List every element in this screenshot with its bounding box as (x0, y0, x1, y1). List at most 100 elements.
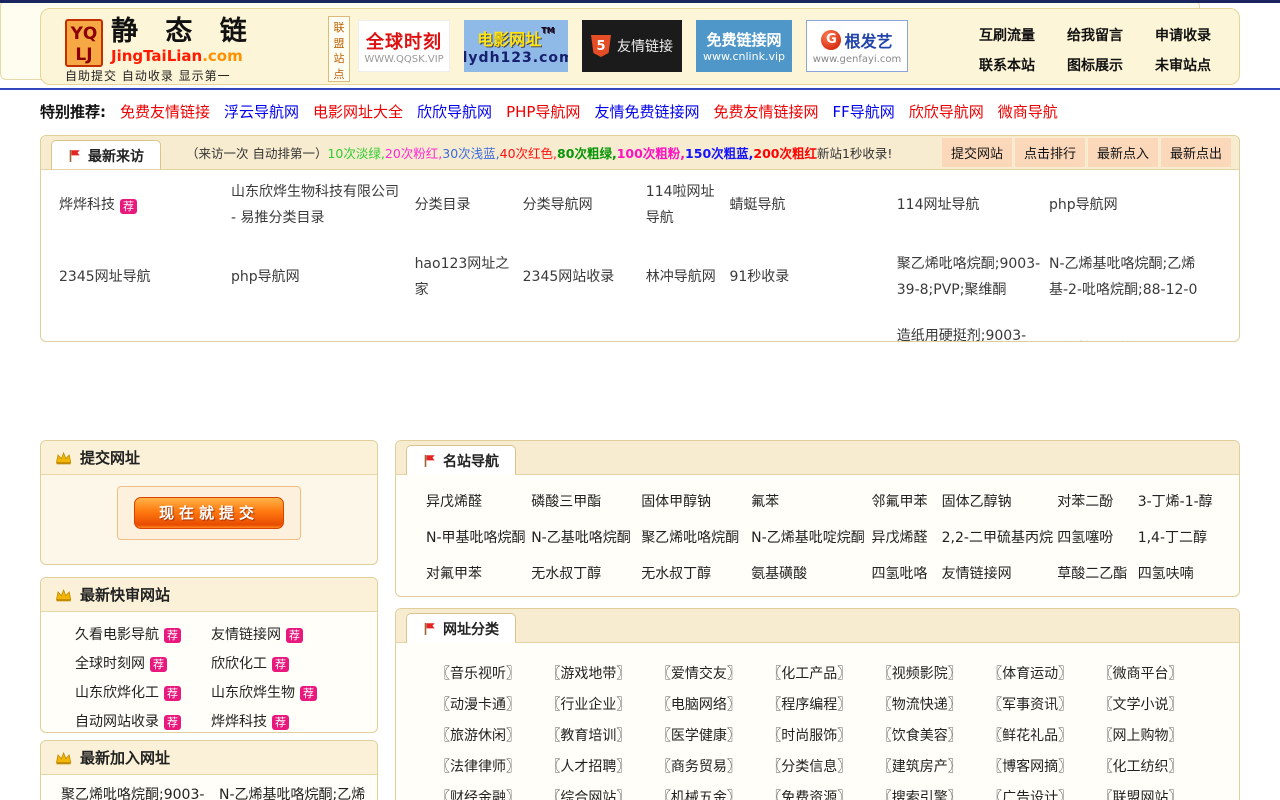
famous-site-link[interactable]: N-甲基吡咯烷酮 (426, 527, 531, 547)
header-nav-link[interactable]: 未审站点 (1155, 55, 1211, 75)
visitor-site-link[interactable]: 114啦网址导航 (646, 170, 730, 242)
fast-review-site-link[interactable]: 山东欣烨生物荐 (211, 682, 367, 702)
category-link[interactable]: 〖化工纺织〗 (1099, 756, 1209, 776)
fast-review-site-link[interactable]: 久看电影导航荐 (75, 624, 211, 644)
fast-review-site-link[interactable]: 山东欣烨化工荐 (75, 682, 211, 702)
category-link[interactable]: 〖物流快递〗 (878, 694, 988, 714)
recommend-link[interactable]: 友情免费链接网 (594, 101, 699, 122)
fast-review-site-link[interactable]: 自动网站收录荐 (75, 711, 211, 731)
category-link[interactable]: 〖医学健康〗 (657, 725, 767, 745)
category-link[interactable]: 〖机械五金〗 (657, 787, 767, 800)
banner-cnlink[interactable]: 免费链接网 www.cnlink.vip (696, 20, 792, 72)
recommend-link[interactable]: FF导航网 (832, 101, 894, 122)
header-nav-link[interactable]: 申请收录 (1155, 25, 1211, 45)
visitor-site-link[interactable]: 林冲导航网 (646, 242, 730, 314)
famous-site-link[interactable]: 友情链接网 (942, 563, 1058, 583)
visitor-site-link[interactable]: hao123网址之家 (415, 242, 523, 314)
famous-site-link[interactable]: 邻氟甲苯 (872, 491, 942, 511)
visitors-action-button[interactable]: 提交网站 (941, 138, 1012, 167)
recommend-link[interactable]: 电影网址大全 (313, 101, 403, 122)
visitor-site-link[interactable] (523, 314, 646, 341)
category-link[interactable]: 〖分类信息〗 (767, 756, 877, 776)
fast-review-site-link[interactable]: 烨烨科技荐 (211, 711, 367, 731)
recommend-link[interactable]: 欣欣导航网 (417, 101, 492, 122)
category-link[interactable]: 〖化工产品〗 (767, 663, 877, 683)
category-link[interactable]: 〖文学小说〗 (1099, 694, 1209, 714)
fast-review-site-link[interactable]: 欣欣化工荐 (211, 653, 367, 673)
category-link[interactable]: 〖行业企业〗 (546, 694, 656, 714)
visitors-action-button[interactable]: 最新点出 (1160, 138, 1231, 167)
visitor-site-link[interactable]: 114网址导航 (897, 170, 1049, 242)
famous-site-link[interactable]: 1,4-丁二醇 (1138, 527, 1223, 547)
latest-added-link[interactable]: N-乙烯基吡咯烷酮;乙烯基-2-吡咯烷酮;88-12-0 (219, 783, 367, 800)
visitor-site-link[interactable] (729, 314, 896, 341)
visitor-site-link[interactable]: 分类目录 (415, 170, 523, 242)
famous-site-link[interactable]: N-乙烯基吡啶烷酮 (751, 527, 871, 547)
tab-famous-sites[interactable]: 名站导航 (406, 445, 516, 475)
recommend-link[interactable]: 免费友情链接网 (713, 101, 818, 122)
category-link[interactable]: 〖综合网站〗 (546, 787, 656, 800)
visitors-action-button[interactable]: 最新点入 (1087, 138, 1158, 167)
banner-html5-links[interactable]: 5 友情链接 (582, 20, 682, 72)
header-nav-link[interactable]: 互刷流量 (979, 25, 1035, 45)
category-link[interactable]: 〖程序编程〗 (767, 694, 877, 714)
fast-review-site-link[interactable]: 全球时刻网荐 (75, 653, 211, 673)
famous-site-link[interactable]: 四氢噻吩 (1057, 527, 1137, 547)
fast-review-site-link[interactable]: 友情链接网荐 (211, 624, 367, 644)
visitor-site-link[interactable] (646, 314, 730, 341)
visitor-site-link[interactable]: php导航网 (1049, 170, 1221, 242)
recommend-link[interactable]: PHP导航网 (506, 101, 580, 122)
famous-site-link[interactable]: 3-丁烯-1-醇 (1138, 491, 1223, 511)
category-link[interactable]: 〖联盟网站〗 (1099, 787, 1209, 800)
visitor-site-link[interactable]: 2345网站收录 (523, 242, 646, 314)
famous-site-link[interactable]: 氨基磺酸 (751, 563, 871, 583)
category-link[interactable]: 〖鲜花礼品〗 (988, 725, 1098, 745)
category-link[interactable]: 〖饮食美容〗 (878, 725, 988, 745)
recommend-link[interactable]: 微商导航 (998, 101, 1058, 122)
recommend-link[interactable]: 浮云导航网 (224, 101, 299, 122)
famous-site-link[interactable]: 无水叔丁醇 (531, 563, 641, 583)
visitors-action-button[interactable]: 点击排行 (1014, 138, 1085, 167)
visitor-site-link[interactable] (415, 314, 523, 341)
category-link[interactable]: 〖免费资源〗 (767, 787, 877, 800)
recommend-link[interactable]: 免费友情链接 (120, 101, 210, 122)
header-nav-link[interactable]: 给我留言 (1067, 25, 1123, 45)
visitor-site-link[interactable]: 山东欣烨生物科技有限公司 - 易推分类目录 (231, 170, 415, 242)
famous-site-link[interactable]: 固体乙醇钠 (942, 491, 1058, 511)
header-nav-link[interactable]: 图标展示 (1067, 55, 1123, 75)
famous-site-link[interactable]: 异戊烯醛 (426, 491, 531, 511)
latest-added-link[interactable]: 聚乙烯吡咯烷酮;9003-39-8;PVP;聚维酮 (61, 783, 209, 800)
category-link[interactable]: 〖网上购物〗 (1099, 725, 1209, 745)
famous-site-link[interactable]: N-乙基吡咯烷酮 (531, 527, 641, 547)
category-link[interactable]: 〖军事资讯〗 (988, 694, 1098, 714)
site-logo-icon[interactable]: YQ LJ (65, 19, 103, 67)
tab-latest-visitors[interactable]: 最新来访 (51, 140, 161, 169)
category-link[interactable]: 〖视频影院〗 (878, 663, 988, 683)
visitor-site-link[interactable]: 分类导航网 (523, 170, 646, 242)
famous-site-link[interactable]: 对氟甲苯 (426, 563, 531, 583)
category-link[interactable]: 〖时尚服饰〗 (767, 725, 877, 745)
banner-qqsk[interactable]: 全球时刻 WWW.QQSK.VIP (358, 20, 450, 72)
category-link[interactable]: 〖音乐视听〗 (436, 663, 546, 683)
famous-site-link[interactable]: 四氢呋喃 (1138, 563, 1223, 583)
visitor-site-link[interactable]: 蜻蜓导航 (729, 170, 896, 242)
union-sites-badge[interactable]: 联盟站点 (328, 16, 350, 82)
famous-site-link[interactable]: 磷酸三甲酯 (531, 491, 641, 511)
category-link[interactable]: 〖人才招聘〗 (546, 756, 656, 776)
famous-site-link[interactable]: 草酸二乙酯 (1057, 563, 1137, 583)
visitor-site-link[interactable] (231, 314, 415, 341)
category-link[interactable]: 〖博客网摘〗 (988, 756, 1098, 776)
famous-site-link[interactable]: 聚乙烯吡咯烷酮 (641, 527, 751, 547)
tab-categories[interactable]: 网址分类 (406, 613, 516, 643)
category-link[interactable]: 〖教育培训〗 (546, 725, 656, 745)
banner-dydh123[interactable]: 电影网址TM dydh123.com (464, 20, 568, 72)
visitor-site-link[interactable]: 烨烨科技荐 (59, 170, 231, 242)
famous-site-link[interactable]: 氟苯 (751, 491, 871, 511)
visitor-site-link[interactable]: 聚维酮K30 ;9003-39-8 (59, 314, 231, 341)
visitor-site-link[interactable]: 聚乙烯吡咯烷酮;9003-39-8;PVP;聚维酮 (897, 242, 1049, 314)
visitor-site-link[interactable]: N-乙烯基吡咯烷酮;乙烯基-2-吡咯烷酮;88-12-0 (1049, 242, 1221, 314)
category-link[interactable]: 〖旅游休闲〗 (436, 725, 546, 745)
visitor-site-link[interactable]: 2345网址导航 (59, 242, 231, 314)
category-link[interactable]: 〖电脑网络〗 (657, 694, 767, 714)
famous-site-link[interactable]: 对苯二酚 (1057, 491, 1137, 511)
